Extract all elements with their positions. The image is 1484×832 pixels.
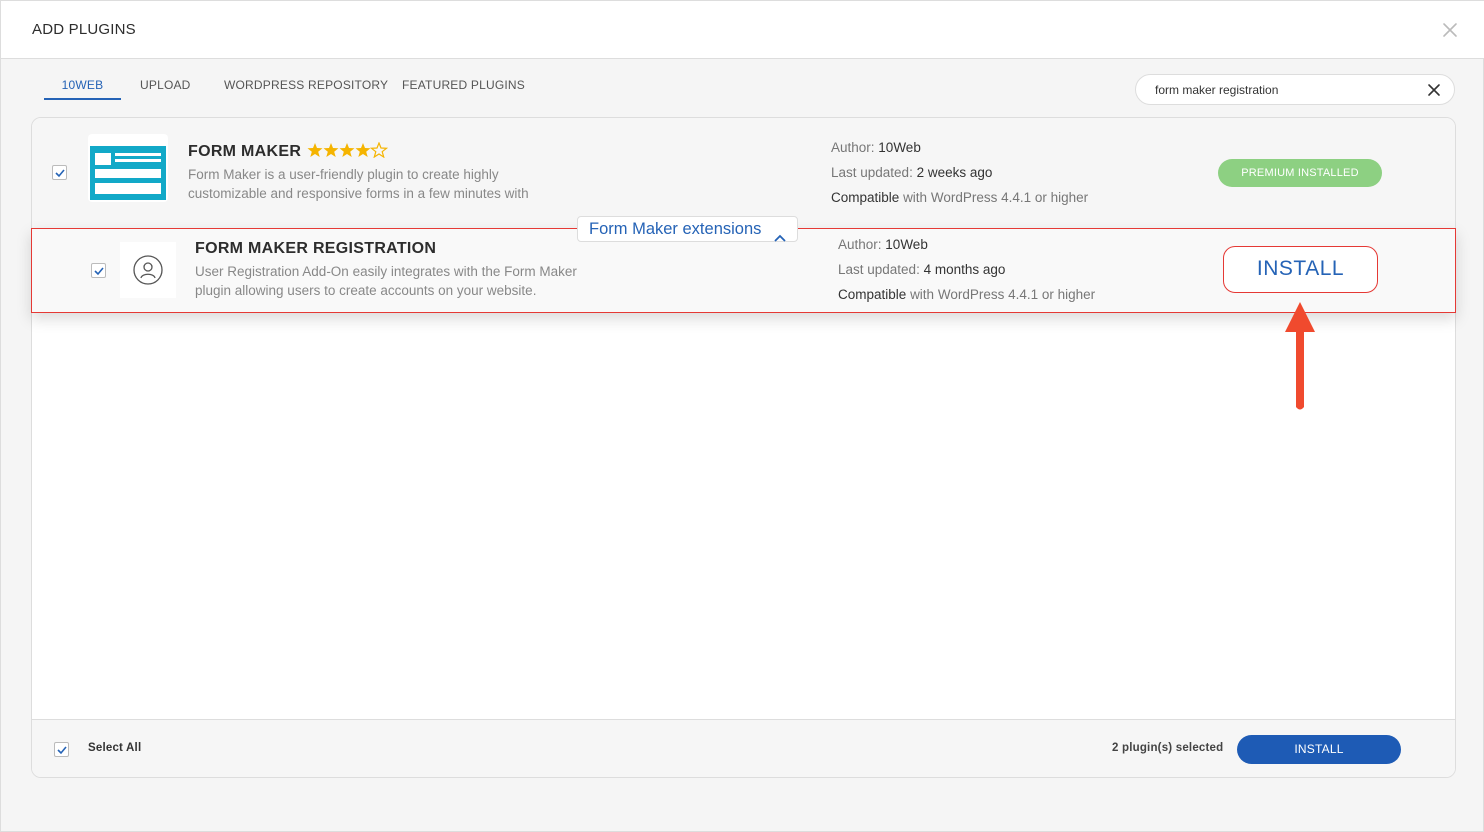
plugin-description: User Registration Add-On easily integrat…	[195, 264, 577, 298]
extensions-toggle-label: Form Maker extensions	[589, 220, 762, 238]
arrow-up-icon	[1283, 300, 1317, 417]
dialog-footer: Select All 2 plugin(s) selected INSTALL	[32, 719, 1455, 777]
dialog-header: ADD PLUGINS	[1, 1, 1484, 59]
search-input[interactable]	[1155, 82, 1415, 98]
tab-featured-plugins[interactable]: FEATURED PLUGINS	[402, 71, 525, 100]
tab-10web[interactable]: 10WEB	[44, 71, 121, 100]
selected-count: 2 plugin(s) selected	[1112, 742, 1224, 754]
user-icon	[120, 242, 176, 298]
plugin-last-updated: Last updated: 2 weeks ago	[831, 165, 993, 180]
plugin-name: FORM MAKER REGISTRATION	[195, 240, 437, 257]
rating-stars	[307, 142, 389, 163]
form-maker-logo	[88, 134, 168, 202]
tab-upload[interactable]: UPLOAD	[140, 71, 191, 100]
close-icon[interactable]	[1426, 82, 1442, 98]
plugin-compatibility: Compatible with WordPress 4.4.1 or highe…	[831, 190, 1089, 205]
plugin-author: Author: 10Web	[838, 237, 928, 252]
plugin-author: Author: 10Web	[831, 140, 921, 155]
close-icon[interactable]	[1439, 19, 1461, 41]
plugin-description: Form Maker is a user-friendly plugin to …	[188, 167, 529, 201]
plugin-name: FORM MAKER	[188, 143, 302, 160]
select-all-checkbox[interactable]	[54, 742, 69, 757]
dialog-title: ADD PLUGINS	[32, 21, 136, 38]
select-all-label[interactable]: Select All	[88, 742, 141, 754]
chevron-up-icon	[774, 225, 786, 250]
tab-wordpress-repository[interactable]: WORDPRESS REPOSITORY	[224, 71, 388, 100]
plugin-checkbox[interactable]	[91, 263, 106, 278]
search-box	[1135, 74, 1455, 105]
install-selected-button[interactable]: INSTALL	[1237, 735, 1401, 764]
add-plugins-dialog: ADD PLUGINS 10WEB UPLOAD WORDPRESS REPOS…	[0, 0, 1484, 832]
premium-installed-badge: PREMIUM INSTALLED	[1218, 159, 1382, 187]
plugin-row-form-maker: FORM MAKER Form Maker is a user-friendly…	[32, 118, 1455, 228]
plugin-checkbox[interactable]	[52, 165, 67, 180]
install-button[interactable]: INSTALL	[1223, 246, 1378, 293]
extensions-toggle[interactable]: Form Maker extensions	[577, 216, 798, 242]
plugin-compatibility: Compatible with WordPress 4.4.1 or highe…	[838, 287, 1096, 302]
plugin-last-updated: Last updated: 4 months ago	[838, 262, 1006, 277]
